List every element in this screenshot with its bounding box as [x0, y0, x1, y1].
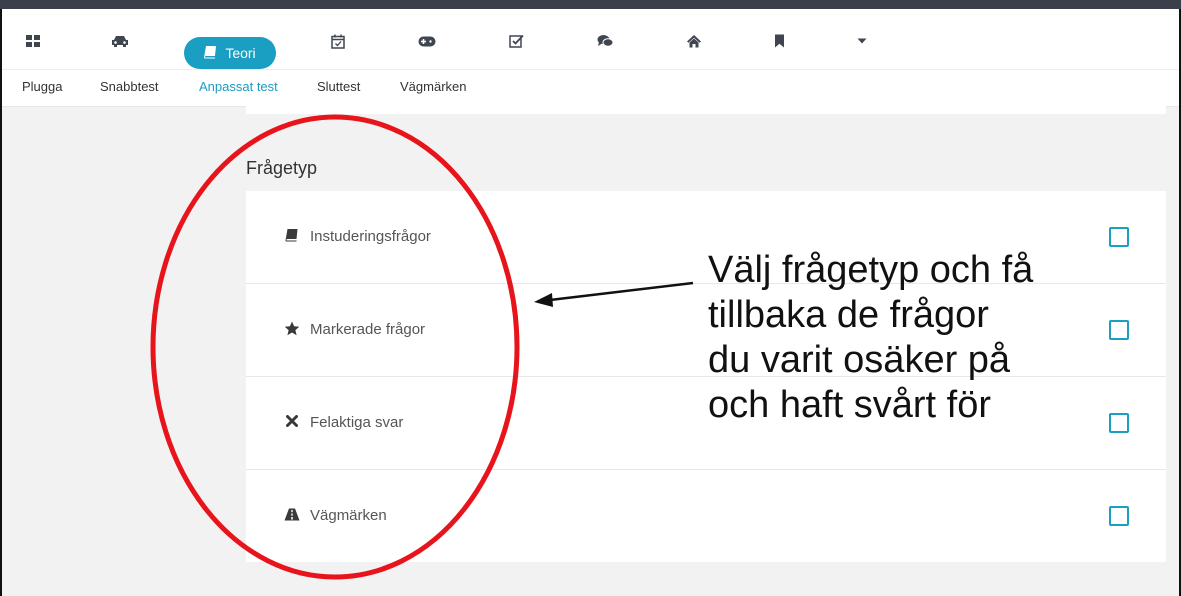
annotation-circle	[150, 114, 520, 580]
annotation-overlay	[150, 114, 694, 580]
arrow-head-icon	[534, 293, 553, 307]
annotation-arrow-line	[549, 281, 694, 302]
